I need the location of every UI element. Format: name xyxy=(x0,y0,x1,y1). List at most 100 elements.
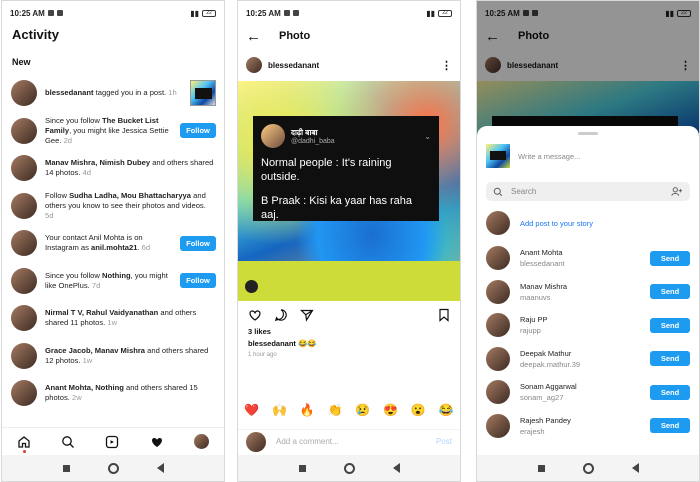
comment-bar: Add a comment... Post xyxy=(238,429,460,453)
username-link[interactable]: blessedanant xyxy=(45,88,94,97)
contact-name: Deepak Mathur xyxy=(520,348,572,358)
reels-icon[interactable] xyxy=(105,435,119,449)
activity-time: 4d xyxy=(80,168,92,177)
post-caption: blessedanant 😂😂 xyxy=(248,339,317,348)
activity-text: Grace Jacob, Manav Mishra and others sha… xyxy=(45,345,209,365)
recents-button[interactable] xyxy=(298,464,306,472)
message-input[interactable]: Write a message... xyxy=(510,152,580,161)
post-author-username[interactable]: blessedanant xyxy=(262,61,441,70)
user-avatar[interactable] xyxy=(11,342,37,369)
send-button[interactable]: Send xyxy=(650,384,690,400)
user-avatar[interactable] xyxy=(11,380,37,406)
user-avatar[interactable] xyxy=(11,80,37,106)
contact-row: Sonam Aggarwal sonam_ag27 Send xyxy=(486,378,690,406)
search-icon[interactable] xyxy=(61,435,75,449)
follow-button[interactable]: Follow xyxy=(180,273,216,288)
activity-row[interactable]: blessedanant tagged you in a post. 1h xyxy=(2,75,224,111)
back-button[interactable] xyxy=(631,463,639,473)
profile-avatar[interactable] xyxy=(193,434,209,449)
reaction-emoji[interactable]: ❤️ xyxy=(244,403,259,423)
activity-row[interactable]: Since you follow The Bucket List Family,… xyxy=(2,113,224,149)
user-avatar[interactable] xyxy=(11,192,37,219)
reaction-emoji[interactable]: 😮 xyxy=(411,403,426,423)
reaction-emoji[interactable]: 👏 xyxy=(328,403,343,423)
like-icon[interactable] xyxy=(248,308,262,322)
user-avatar[interactable] xyxy=(11,117,37,144)
home-icon[interactable] xyxy=(17,435,31,449)
send-button[interactable]: Send xyxy=(650,317,690,333)
share-icon[interactable] xyxy=(300,308,314,322)
home-button[interactable] xyxy=(582,462,594,474)
recents-button[interactable] xyxy=(62,464,70,472)
recents-button[interactable] xyxy=(537,464,545,472)
contact-avatar xyxy=(486,313,510,337)
activity-time: 1w xyxy=(105,318,118,327)
username-link[interactable]: Nirmal T V, Rahul Vaidyanathan xyxy=(45,308,158,317)
contact-row: Anant Mohta blessedanant Send xyxy=(486,244,690,272)
reaction-emoji[interactable]: 😂 xyxy=(439,403,454,423)
send-button[interactable]: Send xyxy=(650,351,690,366)
comment-icon[interactable] xyxy=(274,308,288,322)
post-comment-button[interactable]: Post xyxy=(436,437,452,446)
activity-row[interactable]: Manav Mishra, Nimish Dubey and others sh… xyxy=(2,150,224,186)
share-message-row: Write a message... xyxy=(486,144,690,168)
post-author-avatar[interactable] xyxy=(246,57,262,73)
post-timestamp: 1 hour ago xyxy=(248,352,277,358)
home-button[interactable] xyxy=(343,462,355,474)
follow-button[interactable]: Follow xyxy=(180,123,216,138)
comment-input[interactable]: Add a comment... xyxy=(266,437,436,446)
add-to-story-row[interactable]: Add post to your story xyxy=(486,210,690,236)
reaction-emoji[interactable]: 😢 xyxy=(355,403,370,423)
activity-row[interactable]: Since you follow Nothing, you might like… xyxy=(2,263,224,299)
send-button[interactable]: Send xyxy=(650,284,690,299)
contact-username: sonam_ag27 xyxy=(520,393,564,402)
add-people-icon[interactable] xyxy=(671,186,683,197)
user-avatar[interactable] xyxy=(11,155,37,181)
activity-row[interactable]: Your contact Anil Mohta is on Instagram … xyxy=(2,225,224,261)
back-button[interactable] xyxy=(392,463,400,473)
reaction-emoji[interactable]: 🔥 xyxy=(300,403,315,423)
contact-avatar xyxy=(486,413,510,438)
activity-time: 1w xyxy=(80,355,93,365)
username-link[interactable]: Anant Mohta, Nothing xyxy=(45,383,124,392)
username-link[interactable]: Grace Jacob, Manav Mishra xyxy=(45,346,145,355)
user-avatar[interactable] xyxy=(11,230,37,256)
reaction-emoji[interactable]: 😍 xyxy=(383,403,398,423)
activity-row[interactable]: Anant Mohta, Nothing and others shared 1… xyxy=(2,375,224,411)
back-arrow-icon[interactable]: ← xyxy=(246,28,261,45)
search-input[interactable]: Search xyxy=(486,182,690,201)
system-nav-bar xyxy=(477,455,699,481)
send-button[interactable]: Send xyxy=(650,418,690,433)
tagged-user-icon[interactable] xyxy=(245,280,258,293)
sheet-handle[interactable] xyxy=(578,132,598,135)
tweet-display-name: दाढ़ी बाबा xyxy=(291,127,318,137)
home-button[interactable] xyxy=(107,462,119,474)
activity-row[interactable]: Grace Jacob, Manav Mishra and others sha… xyxy=(2,338,224,374)
send-button[interactable]: Send xyxy=(650,250,690,266)
contact-avatar xyxy=(486,279,510,304)
contact-name: Raju PP xyxy=(520,315,548,324)
heart-icon[interactable] xyxy=(150,435,164,449)
user-avatar[interactable] xyxy=(11,305,37,331)
back-button[interactable] xyxy=(156,463,164,473)
username-link[interactable]: Sudha Ladha, Mou Bhattacharyya xyxy=(69,191,191,200)
username-link[interactable]: anil.mohta21 xyxy=(91,243,137,252)
more-options-icon[interactable]: ⋮ xyxy=(441,59,452,72)
share-sheet: Write a message... Search Add post to yo… xyxy=(477,126,699,455)
activity-text: Anant Mohta, Nothing and others shared 1… xyxy=(45,383,198,402)
follow-button[interactable]: Follow xyxy=(180,235,216,251)
post-image[interactable]: दाढ़ी बाबा @dadhi_baba ⌄ Normal people :… xyxy=(238,81,460,301)
activity-row[interactable]: Nirmal T V, Rahul Vaidyanathan and other… xyxy=(2,300,224,336)
user-avatar[interactable] xyxy=(11,267,37,294)
reaction-emoji[interactable]: 🙌 xyxy=(272,403,287,423)
activity-row[interactable]: Follow Sudha Ladha, Mou Bhattacharyya an… xyxy=(2,188,224,224)
username-link[interactable]: Manav Mishra, Nimish Dubey xyxy=(45,158,150,167)
bookmark-icon[interactable] xyxy=(438,308,450,322)
page-title: Photo xyxy=(279,30,311,42)
post-thumbnail[interactable] xyxy=(190,80,216,106)
like-count[interactable]: 3 likes xyxy=(248,327,271,336)
my-avatar xyxy=(246,431,266,452)
share-screen: 10:25 AM ▮▮ 22 ← Photo blessedanant ⋮ Wri… xyxy=(476,0,700,482)
contact-username: erajesh xyxy=(520,426,545,436)
username-link[interactable]: Nothing xyxy=(102,271,131,280)
